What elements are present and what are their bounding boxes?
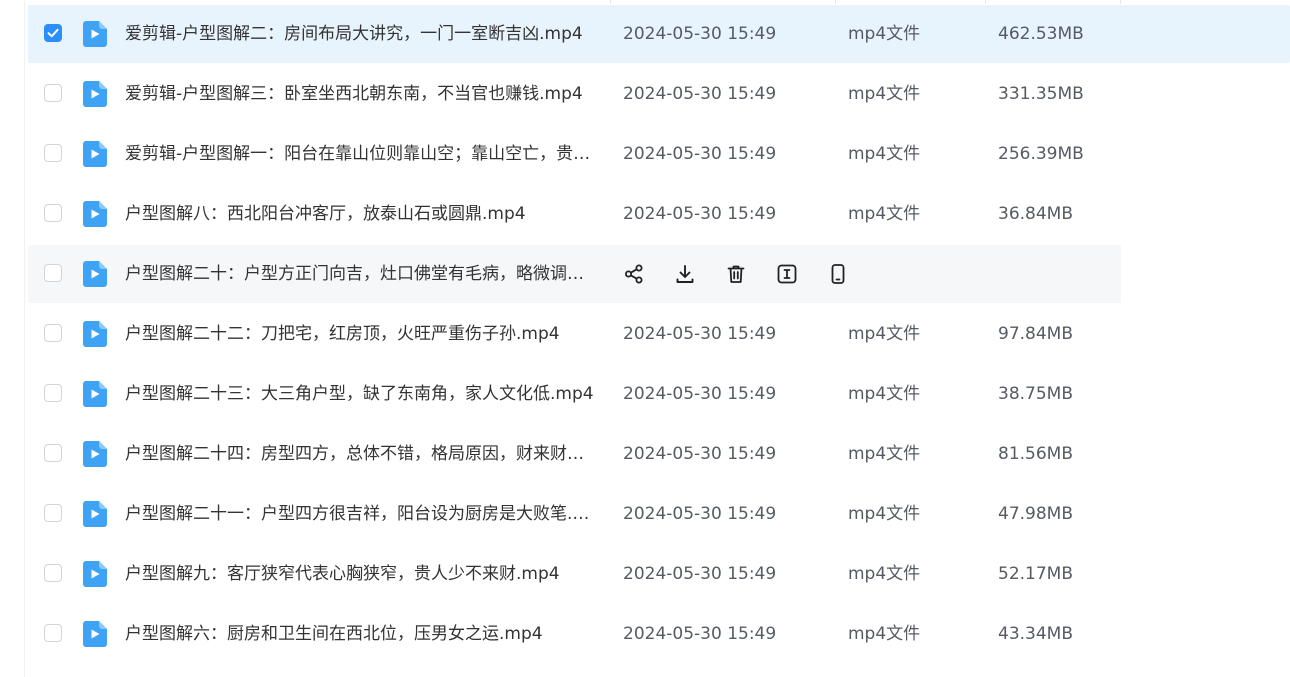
row-checkbox[interactable] [44,204,62,222]
file-name[interactable]: 户型图解二十一：户型四方很吉祥，阳台设为厨房是大败笔.mp4 [125,502,597,526]
file-size: 256.39MB [998,144,1084,164]
download-icon [676,265,694,283]
file-name[interactable]: 户型图解八：西北阳台冲客厅，放泰山石或圆鼎.mp4 [125,202,597,226]
row-checkbox[interactable] [44,84,62,102]
file-row[interactable]: 户型图解二十：户型方正门向吉，灶口佛堂有毛病，略微调整.mp4 [0,245,1290,305]
file-size: 331.35MB [998,84,1084,104]
file-name[interactable]: 户型图解九：客厅狭窄代表心胸狭窄，贵人少不来财.mp4 [125,562,597,586]
file-type: mp4文件 [848,384,921,404]
video-file-icon [83,381,107,407]
file-modified-date: 2024-05-30 15:49 [623,444,777,464]
file-row[interactable]: 爱剪辑-户型图解二：房间布局大讲究，一门一室断吉凶.mp4 2024-05-30… [0,5,1290,65]
file-size: 52.17MB [998,564,1073,584]
column-divider [985,0,986,4]
video-file-icon [83,201,107,227]
phone-icon [831,264,845,284]
send-to-phone-button[interactable] [826,262,850,286]
file-modified-date: 2024-05-30 15:49 [623,204,777,224]
file-type: mp4文件 [848,504,921,524]
file-name[interactable]: 爱剪辑-户型图解一：阳台在靠山位则靠山空；靠山空亡，贵人难遇.mp4 [125,142,597,166]
file-modified-date: 2024-05-30 15:49 [623,384,777,404]
file-size: 38.75MB [998,384,1073,404]
row-checkbox[interactable] [44,444,62,462]
delete-button[interactable] [724,262,748,286]
video-file-icon [83,141,107,167]
share-button[interactable] [622,262,646,286]
file-type: mp4文件 [848,624,921,644]
row-checkbox[interactable] [44,624,62,642]
file-type: mp4文件 [848,564,921,584]
row-checkbox[interactable] [44,504,62,522]
file-modified-date: 2024-05-30 15:49 [623,624,777,644]
video-file-icon [83,561,107,587]
row-checkbox[interactable] [44,264,62,282]
file-type: mp4文件 [848,84,921,104]
video-file-icon [83,21,107,47]
file-row[interactable]: 户型图解二十四：房型四方，总体不错，格局原因，财来财去.mp4 2024-05-… [0,425,1290,485]
video-file-icon [83,81,107,107]
video-file-icon [83,501,107,527]
row-checkbox[interactable] [44,144,62,162]
file-size: 36.84MB [998,204,1073,224]
file-modified-date: 2024-05-30 15:49 [623,504,777,524]
file-size: 43.34MB [998,624,1073,644]
file-type: mp4文件 [848,24,921,44]
video-file-icon [83,261,107,287]
file-row[interactable]: 户型图解八：西北阳台冲客厅，放泰山石或圆鼎.mp4 2024-05-30 15:… [0,185,1290,245]
file-size: 47.98MB [998,504,1073,524]
file-modified-date: 2024-05-30 15:49 [623,324,777,344]
row-checkbox[interactable] [44,24,62,42]
rename-icon [777,264,797,284]
file-modified-date: 2024-05-30 15:49 [623,24,777,44]
file-size: 81.56MB [998,444,1073,464]
row-checkbox[interactable] [44,324,62,342]
row-checkbox[interactable] [44,564,62,582]
file-row[interactable]: 户型图解二十三：大三角户型，缺了东南角，家人文化低.mp4 2024-05-30… [0,365,1290,425]
checkmark-icon [47,28,59,38]
file-list: 爱剪辑-户型图解二：房间布局大讲究，一门一室断吉凶.mp4 2024-05-30… [0,5,1290,665]
file-row[interactable]: 户型图解九：客厅狭窄代表心胸狭窄，贵人少不来财.mp4 2024-05-30 1… [0,545,1290,605]
file-modified-date: 2024-05-30 15:49 [623,144,777,164]
file-type: mp4文件 [848,144,921,164]
file-row[interactable]: 户型图解二十一：户型四方很吉祥，阳台设为厨房是大败笔.mp4 2024-05-3… [0,485,1290,545]
file-list-page: 爱剪辑-户型图解二：房间布局大讲究，一门一室断吉凶.mp4 2024-05-30… [0,0,1290,677]
delete-icon [727,265,745,283]
file-name[interactable]: 户型图解二十四：房型四方，总体不错，格局原因，财来财去.mp4 [125,442,597,466]
file-size: 97.84MB [998,324,1073,344]
row-action-toolbar [622,262,877,286]
column-divider [835,0,836,4]
file-row[interactable]: 户型图解二十二：刀把宅，红房顶，火旺严重伤子孙.mp4 2024-05-30 1… [0,305,1290,365]
file-modified-date: 2024-05-30 15:49 [623,84,777,104]
share-icon [625,264,643,284]
file-modified-date: 2024-05-30 15:49 [623,564,777,584]
file-type: mp4文件 [848,324,921,344]
column-divider [1120,0,1121,4]
row-checkbox[interactable] [44,384,62,402]
file-row[interactable]: 爱剪辑-户型图解三：卧室坐西北朝东南，不当官也赚钱.mp4 2024-05-30… [0,65,1290,125]
file-type: mp4文件 [848,444,921,464]
file-type: mp4文件 [848,204,921,224]
download-button[interactable] [673,262,697,286]
video-file-icon [83,441,107,467]
file-name[interactable]: 爱剪辑-户型图解二：房间布局大讲究，一门一室断吉凶.mp4 [125,22,597,46]
file-size: 462.53MB [998,24,1084,44]
file-name[interactable]: 户型图解六：厨房和卫生间在西北位，压男女之运.mp4 [125,622,597,646]
file-name[interactable]: 爱剪辑-户型图解三：卧室坐西北朝东南，不当官也赚钱.mp4 [125,82,597,106]
file-row[interactable]: 户型图解六：厨房和卫生间在西北位，压男女之运.mp4 2024-05-30 15… [0,605,1290,665]
file-row[interactable]: 爱剪辑-户型图解一：阳台在靠山位则靠山空；靠山空亡，贵人难遇.mp4 2024-… [0,125,1290,185]
file-name[interactable]: 户型图解二十二：刀把宅，红房顶，火旺严重伤子孙.mp4 [125,322,597,346]
video-file-icon [83,321,107,347]
rename-button[interactable] [775,262,799,286]
file-name[interactable]: 户型图解二十三：大三角户型，缺了东南角，家人文化低.mp4 [125,382,597,406]
column-divider [610,0,611,4]
file-name[interactable]: 户型图解二十：户型方正门向吉，灶口佛堂有毛病，略微调整.mp4 [125,262,597,286]
video-file-icon [83,621,107,647]
